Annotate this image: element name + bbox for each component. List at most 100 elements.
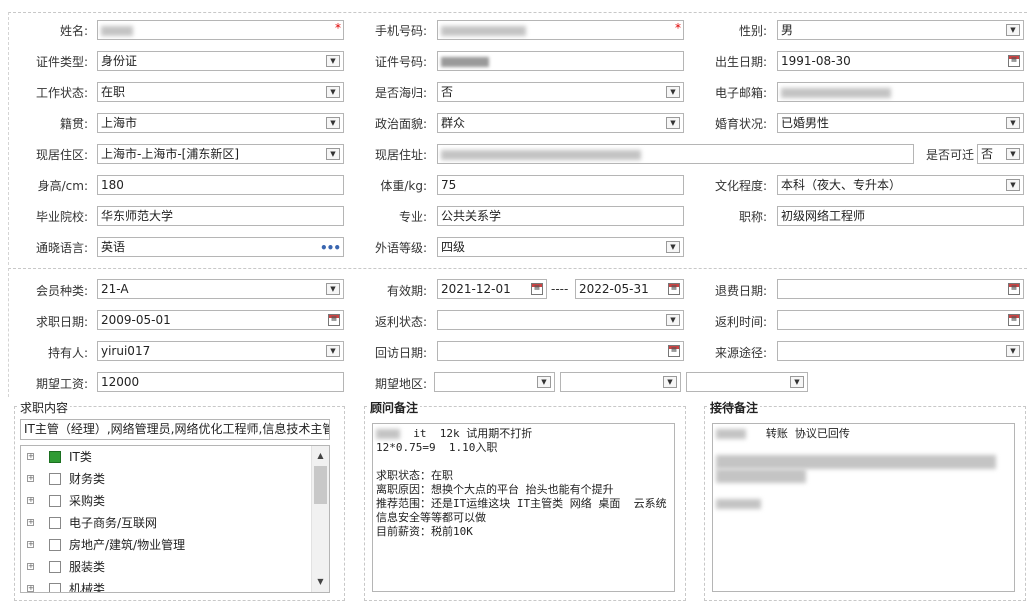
more-dots-icon[interactable]: ••• <box>320 239 341 256</box>
chevron-down-icon[interactable]: ▼ <box>666 86 680 98</box>
category-checkbox[interactable] <box>49 561 61 573</box>
id-type-select[interactable]: 身份证 ▼ <box>97 51 344 71</box>
language-field[interactable]: 英语 ••• <box>97 237 344 257</box>
chevron-down-icon[interactable]: ▼ <box>326 86 340 98</box>
category-checkbox[interactable] <box>49 473 61 485</box>
region-city-select[interactable]: ▼ <box>560 372 681 392</box>
calendar-icon[interactable]: ▦ <box>531 283 543 295</box>
email-field[interactable] <box>777 82 1024 102</box>
chevron-down-icon[interactable]: ▼ <box>326 117 340 129</box>
consultant-line-1: it 12k 试用期不打折 <box>413 427 533 440</box>
rebate-time-field[interactable]: ▦ <box>777 310 1024 330</box>
lang-level-label: 外语等级: <box>374 241 427 255</box>
name-field[interactable]: * <box>97 20 344 40</box>
chevron-down-icon[interactable]: ▼ <box>1006 148 1020 160</box>
marital-select[interactable]: 已婚男性 ▼ <box>777 113 1024 133</box>
lang-level-select[interactable]: 四级 ▼ <box>437 237 684 257</box>
holder-select[interactable]: yirui017 ▼ <box>97 341 344 361</box>
expand-plus-icon[interactable]: + <box>27 541 34 548</box>
chevron-down-icon[interactable]: ▼ <box>666 241 680 253</box>
calendar-icon[interactable]: ▦ <box>328 314 340 326</box>
work-status-select[interactable]: 在职 ▼ <box>97 82 344 102</box>
calendar-icon[interactable]: ▦ <box>668 345 680 357</box>
education-label: 文化程度: <box>714 179 767 193</box>
weight-field[interactable]: 75 <box>437 175 684 195</box>
address-field[interactable] <box>437 144 914 164</box>
returnee-select[interactable]: 否 ▼ <box>437 82 684 102</box>
consultant-notes-title: 顾问备注 <box>368 399 421 416</box>
chevron-down-icon[interactable]: ▼ <box>1006 24 1020 36</box>
calendar-icon[interactable]: ▦ <box>1008 314 1020 326</box>
salary-label: 期望工资: <box>35 377 88 391</box>
rebate-status-select[interactable]: ▼ <box>437 310 684 330</box>
relocate-select[interactable]: 否 ▼ <box>977 144 1024 164</box>
chevron-down-icon[interactable]: ▼ <box>666 117 680 129</box>
expand-plus-icon[interactable]: + <box>27 497 34 504</box>
holder-label: 持有人: <box>47 346 88 360</box>
native-place-select[interactable]: 上海市 ▼ <box>97 113 344 133</box>
residence-area-select[interactable]: 上海市-上海市-[浦东新区] ▼ <box>97 144 344 164</box>
chevron-down-icon[interactable]: ▼ <box>326 55 340 67</box>
chevron-down-icon[interactable]: ▼ <box>790 376 804 388</box>
refund-date-label: 退费日期: <box>714 284 767 298</box>
calendar-icon[interactable]: ▦ <box>668 283 680 295</box>
residence-area-value: 上海市-上海市-[浦东新区] <box>101 147 240 161</box>
birth-date-field[interactable]: 1991-08-30 ▦ <box>777 51 1024 71</box>
category-label: 采购类 <box>69 494 106 508</box>
expand-plus-icon[interactable]: + <box>27 585 34 592</box>
category-checkbox[interactable] <box>49 495 61 507</box>
calendar-icon[interactable]: ▦ <box>1008 283 1020 295</box>
chevron-down-icon[interactable]: ▼ <box>326 283 340 295</box>
major-label: 专业: <box>398 210 427 224</box>
scroll-thumb[interactable] <box>314 466 327 504</box>
chevron-down-icon[interactable]: ▼ <box>666 314 680 326</box>
work-status-label: 工作状态: <box>35 86 88 100</box>
reception-notes-textarea[interactable]: 转账 协议已回传 <box>712 423 1015 592</box>
school-field[interactable]: 华东师范大学 <box>97 206 344 226</box>
major-field[interactable]: 公共关系学 <box>437 206 684 226</box>
scroll-down-icon[interactable]: ▼ <box>312 575 329 589</box>
calendar-icon[interactable]: ▦ <box>1008 55 1020 67</box>
id-number-field[interactable] <box>437 51 684 71</box>
email-label: 电子邮箱: <box>714 86 767 100</box>
expand-plus-icon[interactable]: + <box>27 563 34 570</box>
tree-scrollbar[interactable]: ▲ ▼ <box>311 446 329 592</box>
region-province-select[interactable]: ▼ <box>434 372 555 392</box>
chevron-down-icon[interactable]: ▼ <box>1006 179 1020 191</box>
education-select[interactable]: 本科（夜大、专升本） ▼ <box>777 175 1024 195</box>
phone-field[interactable]: * <box>437 20 684 40</box>
validity-start-field[interactable]: 2021-12-01 ▦ <box>437 279 547 299</box>
category-checkbox[interactable] <box>49 517 61 529</box>
expand-plus-icon[interactable]: + <box>27 453 34 460</box>
category-checkbox[interactable] <box>49 583 61 592</box>
category-label: 财务类 <box>69 472 106 486</box>
expand-plus-icon[interactable]: + <box>27 519 34 526</box>
refund-date-field[interactable]: ▦ <box>777 279 1024 299</box>
validity-end-field[interactable]: 2022-05-31 ▦ <box>575 279 684 299</box>
professional-title-field[interactable]: 初级网络工程师 <box>777 206 1024 226</box>
chevron-down-icon[interactable]: ▼ <box>663 376 677 388</box>
scroll-up-icon[interactable]: ▲ <box>312 449 329 463</box>
name-label: 姓名: <box>59 24 88 38</box>
validity-start-value: 2021-12-01 <box>441 282 511 296</box>
chevron-down-icon[interactable]: ▼ <box>326 148 340 160</box>
height-field[interactable]: 180 <box>97 175 344 195</box>
category-checkbox[interactable] <box>49 539 61 551</box>
member-type-select[interactable]: 21-A ▼ <box>97 279 344 299</box>
consultant-notes-textarea[interactable]: it 12k 试用期不打折 12*0.75=9 1.10入职 求职状态：在职 离职原… <box>372 423 675 592</box>
gender-select[interactable]: 男 ▼ <box>777 20 1024 40</box>
job-summary-field[interactable]: IT主管（经理）,网络管理员,网络优化工程师,信息技术主管 <box>20 419 330 440</box>
source-select[interactable]: ▼ <box>777 341 1024 361</box>
chevron-down-icon[interactable]: ▼ <box>326 345 340 357</box>
chevron-down-icon[interactable]: ▼ <box>1006 117 1020 129</box>
category-label: IT类 <box>69 450 92 464</box>
political-select[interactable]: 群众 ▼ <box>437 113 684 133</box>
visit-date-field[interactable]: ▦ <box>437 341 684 361</box>
region-district-select[interactable]: ▼ <box>686 372 808 392</box>
chevron-down-icon[interactable]: ▼ <box>1006 345 1020 357</box>
chevron-down-icon[interactable]: ▼ <box>537 376 551 388</box>
apply-date-field[interactable]: 2009-05-01 ▦ <box>97 310 344 330</box>
category-checkbox[interactable] <box>49 451 61 463</box>
salary-field[interactable]: 12000 <box>97 372 344 392</box>
expand-plus-icon[interactable]: + <box>27 475 34 482</box>
